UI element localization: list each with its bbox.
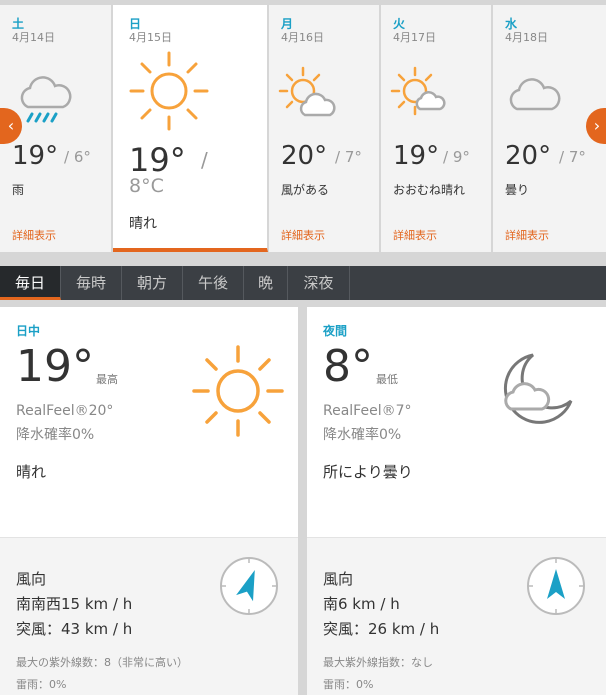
high-temp: 19° xyxy=(12,141,59,171)
partly-sunny-icon xyxy=(390,66,446,116)
condition-text: 所により曇り xyxy=(323,463,413,481)
details-link[interactable]: 詳細表示 xyxy=(393,227,437,243)
day-card-mon[interactable]: 月 4月16日 20° / 7° 風がある 詳細表示 xyxy=(269,5,380,252)
nighttime-wind-section: 風向 南6 km / h 突風：26 km / h 最大紫外線指数：なし 雷雨：… xyxy=(307,537,606,695)
tab-overnight[interactable]: 深夜 xyxy=(288,266,350,300)
realfeel-value: RealFeel®7° xyxy=(323,403,412,419)
thunderstorm-chance: 雷雨：0% xyxy=(323,678,374,691)
panel-label: 日中 xyxy=(16,324,41,338)
details-link[interactable]: 詳細表示 xyxy=(505,227,549,243)
cloud-icon xyxy=(509,78,561,111)
partly-sunny-icon xyxy=(278,66,336,117)
day-date: 4月18日 xyxy=(505,31,548,44)
gust-value: 突風：26 km / h xyxy=(323,620,440,638)
thunderstorm-chance: 雷雨：0% xyxy=(16,678,67,691)
low-temp-slash: / xyxy=(201,148,208,172)
day-date: 4月16日 xyxy=(281,31,324,44)
tab-afternoon[interactable]: 午後 xyxy=(183,266,244,300)
day-date: 4月15日 xyxy=(129,31,172,44)
nighttime-summary: 夜間 8° 最低 RealFeel®7° 降水確率0% 所により曇り xyxy=(307,307,606,537)
tab-morning[interactable]: 朝方 xyxy=(122,266,183,300)
period-tabs: 毎日 毎時 朝方 午後 晩 深夜 xyxy=(0,266,606,300)
daytime-panel: 日中 19° 最高 RealFeel®20° 降水確率0% 晴れ 風向 南南西1… xyxy=(0,307,298,695)
daily-forecast-strip: 土 4月14日 19° / 6° 雨 詳細表示 日 4月15日 19° / 8°… xyxy=(0,0,606,252)
panel-hilo-label: 最高 xyxy=(96,373,118,386)
forecast-phrase: 雨 xyxy=(12,183,25,197)
wind-value: 南南西15 km / h xyxy=(16,595,133,613)
precip-chance: 降水確率0% xyxy=(16,427,95,443)
high-temp: 19° xyxy=(129,141,186,179)
wind-value: 南6 km / h xyxy=(323,595,400,613)
realfeel-value: RealFeel®20° xyxy=(16,403,114,419)
details-link[interactable]: 詳細表示 xyxy=(281,227,325,243)
uv-index: 最大紫外線指数：なし xyxy=(323,656,433,669)
forecast-phrase: 晴れ xyxy=(129,216,157,232)
tab-daily[interactable]: 毎日 xyxy=(0,266,61,300)
wind-heading: 風向 xyxy=(323,570,354,588)
daytime-summary: 日中 19° 最高 RealFeel®20° 降水確率0% 晴れ xyxy=(0,307,298,537)
daytime-wind-section: 風向 南南西15 km / h 突風：43 km / h 最大の紫外線数：8（非… xyxy=(0,537,298,695)
low-temp: / 6° xyxy=(64,148,91,166)
high-temp: 20° xyxy=(505,141,552,171)
high-temp: 20° xyxy=(281,141,328,171)
low-temp: / 9° xyxy=(443,148,470,166)
precip-chance: 降水確率0% xyxy=(323,427,402,443)
low-temp: / 7° xyxy=(335,148,362,166)
panel-hilo-label: 最低 xyxy=(376,373,398,386)
high-temp: 19° xyxy=(393,141,440,171)
tab-hourly[interactable]: 毎時 xyxy=(61,266,122,300)
nighttime-panel: 夜間 8° 最低 RealFeel®7° 降水確率0% 所により曇り 風向 南6… xyxy=(307,307,606,695)
panel-label: 夜間 xyxy=(323,324,348,338)
gust-value: 突風：43 km / h xyxy=(16,620,133,638)
wind-heading: 風向 xyxy=(16,570,47,588)
rain-cloud-icon xyxy=(20,76,72,123)
sun-icon xyxy=(129,51,209,131)
wind-compass-icon xyxy=(527,557,585,615)
wind-compass-icon xyxy=(220,557,278,615)
day-card-sun[interactable]: 日 4月15日 19° / 8°C 晴れ xyxy=(113,5,268,252)
uv-index: 最大の紫外線数：8（非常に高い） xyxy=(16,656,188,669)
panel-temp: 19° xyxy=(16,341,94,392)
condition-text: 晴れ xyxy=(16,463,47,481)
day-date: 4月17日 xyxy=(393,31,436,44)
details-link[interactable]: 詳細表示 xyxy=(12,227,56,243)
forecast-phrase: おおむね晴れ xyxy=(393,183,466,197)
day-card-tue[interactable]: 火 4月17日 19° / 9° おおむね晴れ 詳細表示 xyxy=(381,5,492,252)
panel-temp: 8° xyxy=(323,341,373,392)
sun-icon xyxy=(192,345,284,437)
tab-evening[interactable]: 晩 xyxy=(244,266,288,300)
forecast-phrase: 風がある xyxy=(281,183,330,197)
day-date: 4月14日 xyxy=(12,31,55,44)
low-temp: 8°C xyxy=(129,175,164,197)
forecast-phrase: 曇り xyxy=(505,183,530,197)
low-temp: / 7° xyxy=(559,148,586,166)
moon-cloud-icon xyxy=(503,353,573,424)
